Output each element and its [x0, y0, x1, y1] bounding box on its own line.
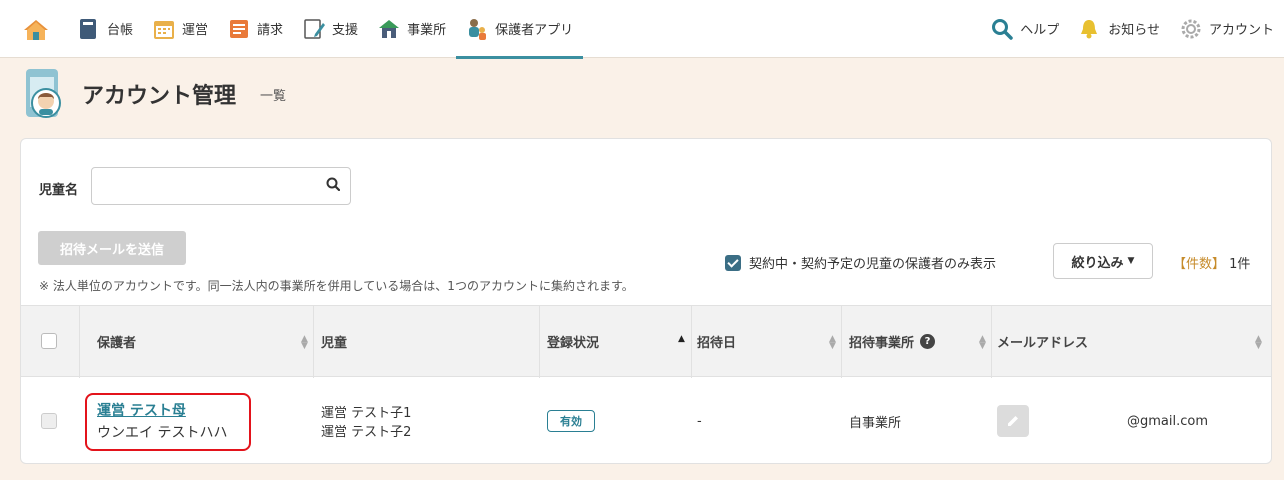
nav-right-group: ヘルプ お知らせ アカウント [981, 0, 1284, 58]
invoice-icon [228, 18, 250, 40]
child-name-search-input[interactable] [92, 169, 326, 203]
sort-invite-office-icon[interactable]: ▲ ▼ [979, 335, 986, 351]
select-all-checkbox[interactable] [41, 306, 57, 376]
table-header: 保護者 ▲ ▼ 児童 登録状況 ▲ 招待日 ▲ ▼ 招待事業所 ? ▲ ▼ メールアド… [21, 305, 1271, 378]
nav-parent-app[interactable]: 保護者アプリ [456, 0, 584, 59]
nav-operation-label: 運営 [182, 23, 209, 38]
nav-support[interactable]: 支援 [293, 0, 368, 58]
header-invite-office-label: 招待事業所 [849, 335, 915, 351]
email-cell: @gmail.com [1127, 413, 1209, 429]
caret-down-icon: ▼ [1127, 256, 1135, 266]
page-header: アカウント管理 一覧 [22, 66, 286, 122]
header-invite-date[interactable]: 招待日 [697, 306, 736, 376]
checkbox-checked-icon [725, 254, 741, 271]
support-icon [303, 18, 326, 40]
header-status[interactable]: 登録状況 [547, 306, 599, 376]
checkbox-icon [41, 413, 57, 429]
nav-office-label: 事業所 [407, 23, 447, 38]
row-checkbox[interactable] [41, 377, 57, 463]
help-link[interactable]: ヘルプ [981, 0, 1069, 58]
bell-icon [1079, 18, 1101, 40]
nav-ledger[interactable]: 台帳 [68, 0, 143, 58]
nav-support-label: 支援 [332, 23, 359, 38]
pencil-icon [997, 405, 1029, 437]
office-icon [378, 18, 400, 40]
highlight-box [85, 393, 251, 451]
send-invite-button[interactable]: 招待メールを送信 [38, 231, 186, 265]
page-subtitle: 一覧 [260, 88, 287, 104]
status-cell: 有効 [547, 377, 595, 463]
sort-status-icon[interactable]: ▲ [678, 335, 685, 344]
sort-invite-date-icon[interactable]: ▲ ▼ [829, 335, 836, 351]
home-icon [23, 18, 48, 40]
nav-operation[interactable]: 運営 [143, 0, 218, 58]
gear-icon [1180, 18, 1202, 40]
child-name-2: 運営 テスト子2 [321, 425, 412, 440]
question-circle-icon[interactable]: ? [920, 333, 936, 349]
top-navigation: 台帳 運営 請求 支援 事業所 保護者アプリ ヘルプ お知らせ アカウント [0, 0, 1284, 59]
edit-email-button[interactable] [997, 377, 1029, 463]
account-list-card: 児童名 招待メールを送信 ※ 法人単位のアカウントです。同一法人内の事業所を併用… [20, 138, 1272, 464]
calendar-icon [153, 18, 175, 40]
table-row: 運営 テスト母 ウンエイ テストハハ 運営 テスト子1 運営 テスト子2 有効 … [21, 377, 1271, 463]
header-child[interactable]: 児童 [321, 306, 347, 376]
account-management-icon [22, 67, 68, 121]
nav-ledger-label: 台帳 [107, 23, 134, 38]
contract-filter-label: 契約中・契約予定の児童の保護者のみ表示 [749, 257, 997, 272]
account-label: アカウント [1208, 23, 1274, 38]
search-help-icon [991, 18, 1013, 40]
invite-office-cell: 自事業所 [849, 415, 902, 431]
help-label: ヘルプ [1020, 23, 1060, 38]
account-link[interactable]: アカウント [1170, 0, 1284, 58]
nav-billing[interactable]: 請求 [218, 0, 293, 58]
result-count-value: 1件 [1229, 257, 1251, 272]
child-name-1: 運営 テスト子1 [321, 406, 412, 421]
search-box [91, 167, 351, 205]
narrow-down-button[interactable]: 絞り込み ▼ [1053, 243, 1153, 279]
sort-guardian-icon[interactable]: ▲ ▼ [301, 335, 308, 351]
home-button[interactable] [0, 0, 68, 58]
header-guardian[interactable]: 保護者 [97, 306, 136, 376]
header-email[interactable]: メールアドレス [997, 306, 1088, 376]
children-cell: 運営 テスト子1 運営 テスト子2 [321, 377, 412, 463]
search-label: 児童名 [39, 183, 79, 198]
result-count-label: 【件数】 [1173, 257, 1226, 272]
parent-app-icon [466, 18, 488, 40]
narrow-down-label: 絞り込み [1071, 255, 1124, 271]
account-note: ※ 法人単位のアカウントです。同一法人内の事業所を併用している場合は、1つのアカ… [39, 279, 634, 293]
checkbox-icon [41, 333, 57, 349]
sort-email-icon[interactable]: ▲ ▼ [1255, 335, 1262, 351]
header-invite-office[interactable]: 招待事業所 ? [849, 306, 936, 376]
ledger-icon [78, 18, 100, 40]
notice-link[interactable]: お知らせ [1069, 0, 1170, 58]
invite-date-cell: - [697, 413, 702, 429]
result-count: 【件数】 1件 [1173, 253, 1250, 272]
contract-filter-checkbox[interactable]: 契約中・契約予定の児童の保護者のみ表示 [725, 253, 996, 272]
status-badge: 有効 [547, 410, 595, 432]
page-title: アカウント管理 [82, 84, 237, 109]
nav-office[interactable]: 事業所 [368, 0, 456, 58]
nav-billing-label: 請求 [257, 23, 284, 38]
search-icon[interactable] [326, 177, 341, 195]
notice-label: お知らせ [1108, 23, 1160, 38]
nav-parent-app-label: 保護者アプリ [495, 23, 574, 38]
